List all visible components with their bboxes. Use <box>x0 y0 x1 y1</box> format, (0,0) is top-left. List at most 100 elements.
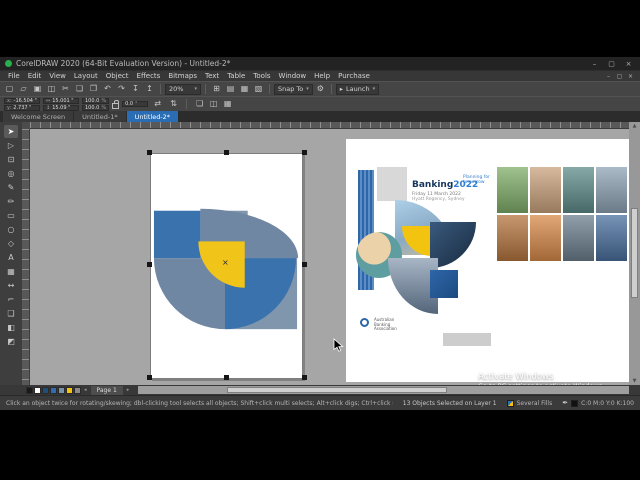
menu-item[interactable]: Bitmaps <box>164 72 201 80</box>
menu-item[interactable]: Edit <box>24 72 46 80</box>
lock-ratio-icon[interactable] <box>112 99 120 109</box>
vertical-scrollbar[interactable]: ▲ ▼ <box>629 122 640 385</box>
copy-icon[interactable]: ❏ <box>73 83 86 95</box>
artistic-media-tool[interactable]: ✏ <box>4 195 18 208</box>
color-swatch[interactable] <box>26 386 33 394</box>
mirror-vertical-icon[interactable]: ⇅ <box>167 98 180 110</box>
snap-to-dropdown[interactable]: Snap To ▾ <box>274 83 313 95</box>
menu-item[interactable]: View <box>45 72 70 80</box>
open-icon[interactable]: ▱ <box>17 83 30 95</box>
launch-dropdown[interactable]: ▸ Launch ▾ <box>335 83 380 95</box>
selection-handle[interactable] <box>147 262 152 267</box>
close-button[interactable]: × <box>622 60 635 68</box>
zoom-level-combo[interactable]: 20% ▾ <box>165 83 201 95</box>
menu-item[interactable]: Layout <box>70 72 102 80</box>
object-y-field[interactable]: y: 2.737 " <box>4 104 40 111</box>
menu-item[interactable]: Window <box>275 72 311 80</box>
redo-icon[interactable]: ↷ <box>115 83 128 95</box>
vertical-scroll-thumb[interactable] <box>631 208 638 298</box>
selection-handle[interactable] <box>147 375 152 380</box>
show-guidelines-icon[interactable]: ▧ <box>252 83 265 95</box>
scroll-down-icon[interactable]: ▼ <box>633 377 637 385</box>
menu-item[interactable]: Help <box>310 72 334 80</box>
new-document-icon[interactable]: ▢ <box>3 83 16 95</box>
rotation-angle-field[interactable]: 0.0 ° <box>122 101 149 107</box>
prev-page-icon[interactable]: ◂ <box>82 387 89 393</box>
horizontal-ruler[interactable] <box>30 122 629 129</box>
page-1-tab[interactable]: Page 1 <box>90 385 123 395</box>
interactive-fill-tool[interactable]: ◩ <box>4 335 18 348</box>
color-swatch[interactable] <box>58 386 65 394</box>
freehand-tool[interactable]: ✎ <box>4 181 18 194</box>
connector-tool[interactable]: ⌐ <box>4 293 18 306</box>
doc-minimize-button[interactable]: – <box>603 73 614 80</box>
fullscreen-preview-icon[interactable]: ⊞ <box>210 83 223 95</box>
export-icon[interactable]: ↥ <box>143 83 156 95</box>
crop-tool[interactable]: ⊡ <box>4 153 18 166</box>
import-icon[interactable]: ↧ <box>129 83 142 95</box>
mirror-horizontal-icon[interactable]: ⇄ <box>151 98 164 110</box>
menu-item[interactable]: Object <box>102 72 133 80</box>
transparency-tool[interactable]: ◧ <box>4 321 18 334</box>
menu-item[interactable]: Tools <box>249 72 274 80</box>
combine-objects-icon[interactable]: ❏ <box>193 98 206 110</box>
object-x-field[interactable]: x: -16.504 " <box>4 97 40 104</box>
canvas[interactable]: × Banking2022 Friday 11 March 2022 Hyatt… <box>30 129 629 385</box>
align-distribute-icon[interactable]: ▦ <box>221 98 234 110</box>
polygon-tool[interactable]: ◇ <box>4 237 18 250</box>
tab-untitled-2[interactable]: Untitled-2* <box>126 111 179 122</box>
artwork-square-top-left[interactable] <box>153 210 201 259</box>
minimize-button[interactable]: – <box>588 60 601 68</box>
zoom-tool[interactable]: ◎ <box>4 167 18 180</box>
horizontal-scrollbar[interactable] <box>138 386 629 394</box>
horizontal-scroll-thumb[interactable] <box>226 387 448 393</box>
color-swatch[interactable] <box>50 386 57 394</box>
scroll-up-icon[interactable]: ▲ <box>633 122 637 130</box>
doc-close-button[interactable]: × <box>625 73 636 80</box>
scale-x-field[interactable]: 100.0 % <box>82 97 110 104</box>
menu-item[interactable]: Purchase <box>334 72 374 80</box>
object-width-field[interactable]: ↔ 15.001 " <box>43 97 79 104</box>
color-swatch[interactable] <box>74 386 81 394</box>
text-tool[interactable]: A <box>4 251 18 264</box>
restore-button[interactable]: ▢ <box>605 60 618 68</box>
group-objects-icon[interactable]: ◫ <box>207 98 220 110</box>
color-swatch[interactable] <box>42 386 49 394</box>
rectangle-tool[interactable]: ▭ <box>4 209 18 222</box>
ellipse-tool[interactable]: ○ <box>4 223 18 236</box>
paste-icon[interactable]: ❐ <box>87 83 100 95</box>
selection-handle[interactable] <box>147 150 152 155</box>
save-icon[interactable]: ▣ <box>31 83 44 95</box>
color-swatch[interactable] <box>66 386 73 394</box>
reference-image[interactable]: Banking2022 Friday 11 March 2022 Hyatt R… <box>346 139 629 382</box>
shape-tool[interactable]: ▷ <box>4 139 18 152</box>
table-tool[interactable]: ▦ <box>4 265 18 278</box>
tab-untitled-1[interactable]: Untitled-1* <box>74 111 126 122</box>
selection-handle[interactable] <box>302 262 307 267</box>
menu-item[interactable]: Table <box>223 72 249 80</box>
menu-item[interactable]: File <box>4 72 24 80</box>
selection-handle[interactable] <box>302 150 307 155</box>
color-swatch[interactable] <box>34 386 41 394</box>
drop-shadow-tool[interactable]: ❑ <box>4 307 18 320</box>
options-gear-icon[interactable]: ⚙ <box>314 83 327 95</box>
show-rulers-icon[interactable]: ▤ <box>224 83 237 95</box>
object-height-field[interactable]: ↕ 15.09 " <box>43 104 79 111</box>
dimension-tool[interactable]: ↔ <box>4 279 18 292</box>
tab-welcome-screen[interactable]: Welcome Screen <box>3 111 74 122</box>
ruler-origin[interactable] <box>22 122 30 129</box>
cut-icon[interactable]: ✂ <box>59 83 72 95</box>
selection-handle[interactable] <box>302 375 307 380</box>
menu-item[interactable]: Text <box>201 72 223 80</box>
next-page-icon[interactable]: ▸ <box>125 387 132 393</box>
show-grid-icon[interactable]: ▦ <box>238 83 251 95</box>
pick-tool[interactable]: ➤ <box>4 125 18 138</box>
scale-y-field[interactable]: 100.0 % <box>82 104 110 111</box>
vertical-ruler[interactable] <box>22 129 30 385</box>
selection-handle[interactable] <box>224 375 229 380</box>
print-icon[interactable]: ◫ <box>45 83 58 95</box>
doc-restore-button[interactable]: ▢ <box>614 73 625 80</box>
menu-item[interactable]: Effects <box>133 72 165 80</box>
undo-icon[interactable]: ↶ <box>101 83 114 95</box>
selection-handle[interactable] <box>224 150 229 155</box>
